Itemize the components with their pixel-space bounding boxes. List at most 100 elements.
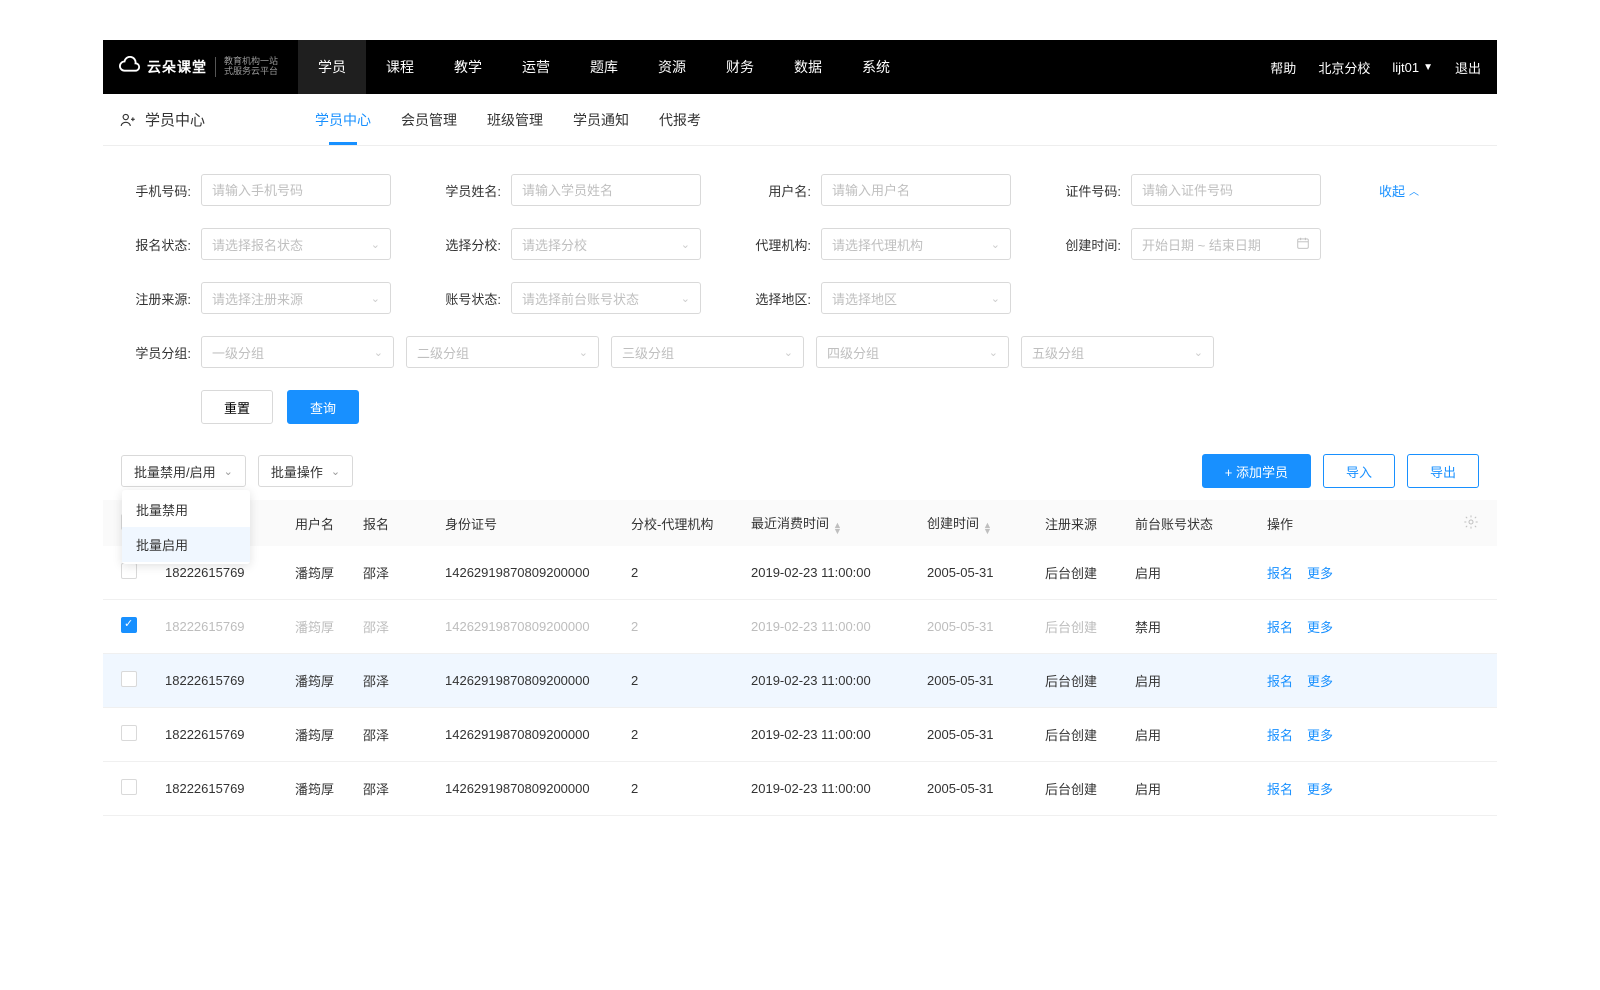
search-button[interactable]: 查询: [287, 390, 359, 424]
cell-status: 禁用: [1135, 617, 1267, 636]
signup-select[interactable]: 请选择报名状态⌄: [201, 228, 391, 260]
cell-id: 14262919870809200000: [445, 673, 631, 688]
name-input[interactable]: [511, 174, 701, 206]
logo-text: 云朵课堂: [147, 57, 207, 77]
reset-button[interactable]: 重置: [201, 390, 273, 424]
topnav-item-student[interactable]: 学员: [298, 40, 366, 94]
chevron-down-icon: ⌄: [1194, 346, 1203, 359]
cell-create: 2005-05-31: [927, 727, 1045, 742]
cell-branch: 2: [631, 619, 751, 634]
subnav-item-member[interactable]: 会员管理: [401, 94, 457, 145]
cell-branch: 2: [631, 727, 751, 742]
signup-link[interactable]: 报名: [1267, 725, 1293, 744]
name-label: 学员姓名:: [431, 181, 501, 200]
username-input[interactable]: [821, 174, 1011, 206]
row-checkbox[interactable]: [121, 779, 137, 795]
group-select-1[interactable]: 一级分组⌄: [201, 336, 394, 368]
source-label: 注册来源:: [121, 289, 191, 308]
topnav-item-system[interactable]: 系统: [842, 40, 910, 94]
header-report: 报名: [363, 514, 445, 533]
header-branch: 分校-代理机构: [631, 514, 751, 533]
row-checkbox[interactable]: [121, 725, 137, 741]
header-source: 注册来源: [1045, 514, 1135, 533]
topnav-item-finance[interactable]: 财务: [706, 40, 774, 94]
cell-create: 2005-05-31: [927, 619, 1045, 634]
agent-select[interactable]: 请选择代理机构⌄: [821, 228, 1011, 260]
region-select[interactable]: 请选择地区⌄: [821, 282, 1011, 314]
idcard-input[interactable]: [1131, 174, 1321, 206]
subnav-item-exam[interactable]: 代报考: [659, 94, 701, 145]
cell-phone: 18222615769: [165, 673, 295, 688]
agent-label: 代理机构:: [741, 235, 811, 254]
group-select-5[interactable]: 五级分组⌄: [1021, 336, 1214, 368]
more-link[interactable]: 更多: [1307, 725, 1333, 744]
more-link[interactable]: 更多: [1307, 779, 1333, 798]
batch-disable-item[interactable]: 批量禁用: [122, 492, 250, 527]
header-consume[interactable]: 最近消费时间▲▼: [751, 513, 927, 534]
subnav-item-notify[interactable]: 学员通知: [573, 94, 629, 145]
gear-icon[interactable]: [1463, 518, 1479, 533]
signup-link[interactable]: 报名: [1267, 617, 1293, 636]
branch-label[interactable]: 北京分校: [1318, 58, 1370, 77]
row-checkbox[interactable]: [121, 617, 137, 633]
logo[interactable]: 云朵课堂 教育机构一站式服务云平台: [119, 56, 278, 78]
row-checkbox[interactable]: [121, 563, 137, 579]
student-table: 用户名 报名 身份证号 分校-代理机构 最近消费时间▲▼ 创建时间▲▼ 注册来源…: [103, 500, 1497, 816]
chevron-down-icon: ⌄: [991, 292, 1000, 305]
group-label: 学员分组:: [121, 343, 191, 362]
batch-enable-item[interactable]: 批量启用: [122, 527, 250, 562]
add-student-button[interactable]: + 添加学员: [1202, 454, 1311, 488]
chevron-down-icon: ⌄: [681, 238, 690, 251]
cell-status: 启用: [1135, 563, 1267, 582]
createtime-range[interactable]: 开始日期 ~ 结束日期: [1131, 228, 1321, 260]
branch-select[interactable]: 请选择分校⌄: [511, 228, 701, 260]
subnav-item-center[interactable]: 学员中心: [315, 94, 371, 145]
more-link[interactable]: 更多: [1307, 671, 1333, 690]
group-select-3[interactable]: 三级分组⌄: [611, 336, 804, 368]
chevron-down-icon: ⌄: [224, 465, 233, 478]
collapse-link[interactable]: 收起︿: [1379, 181, 1419, 200]
phone-input[interactable]: [201, 174, 391, 206]
cell-id: 14262919870809200000: [445, 565, 631, 580]
branch-label: 选择分校:: [431, 235, 501, 254]
cell-source: 后台创建: [1045, 617, 1135, 636]
signup-link[interactable]: 报名: [1267, 779, 1293, 798]
cell-user: 潘筠厚: [295, 725, 363, 744]
cell-status: 启用: [1135, 671, 1267, 690]
topnav-item-data[interactable]: 数据: [774, 40, 842, 94]
subnav-items: 学员中心 会员管理 班级管理 学员通知 代报考: [315, 94, 701, 145]
chevron-down-icon: ⌄: [371, 238, 380, 251]
group-select-2[interactable]: 二级分组⌄: [406, 336, 599, 368]
chevron-up-icon: ︿: [1409, 183, 1419, 198]
more-link[interactable]: 更多: [1307, 563, 1333, 582]
sub-nav: 学员中心 学员中心 会员管理 班级管理 学员通知 代报考: [103, 94, 1497, 146]
row-checkbox[interactable]: [121, 671, 137, 687]
topnav-item-bank[interactable]: 题库: [570, 40, 638, 94]
import-button[interactable]: 导入: [1323, 454, 1395, 488]
batch-toggle-dropdown[interactable]: 批量禁用/启用⌄ 批量禁用 批量启用: [121, 455, 246, 487]
subnav-item-class[interactable]: 班级管理: [487, 94, 543, 145]
batch-op-dropdown[interactable]: 批量操作⌄: [258, 455, 353, 487]
acctstatus-select[interactable]: 请选择前台账号状态⌄: [511, 282, 701, 314]
help-link[interactable]: 帮助: [1270, 58, 1296, 77]
header-create[interactable]: 创建时间▲▼: [927, 513, 1045, 534]
cell-user: 潘筠厚: [295, 563, 363, 582]
user-dropdown[interactable]: lijt01▼: [1392, 60, 1433, 75]
topnav-item-operate[interactable]: 运营: [502, 40, 570, 94]
topnav-item-teach[interactable]: 教学: [434, 40, 502, 94]
topnav-item-course[interactable]: 课程: [366, 40, 434, 94]
topnav-item-resource[interactable]: 资源: [638, 40, 706, 94]
table-header: 用户名 报名 身份证号 分校-代理机构 最近消费时间▲▼ 创建时间▲▼ 注册来源…: [103, 500, 1497, 546]
exit-link[interactable]: 退出: [1455, 58, 1481, 77]
source-select[interactable]: 请选择注册来源⌄: [201, 282, 391, 314]
signup-link[interactable]: 报名: [1267, 563, 1293, 582]
export-button[interactable]: 导出: [1407, 454, 1479, 488]
calendar-icon: [1296, 236, 1310, 253]
table-row: 18222615769潘筠厚邵泽142629198708092000002201…: [103, 600, 1497, 654]
cloud-icon: [119, 56, 141, 78]
more-link[interactable]: 更多: [1307, 617, 1333, 636]
cell-branch: 2: [631, 673, 751, 688]
chevron-down-icon: ⌄: [374, 346, 383, 359]
signup-link[interactable]: 报名: [1267, 671, 1293, 690]
group-select-4[interactable]: 四级分组⌄: [816, 336, 1009, 368]
